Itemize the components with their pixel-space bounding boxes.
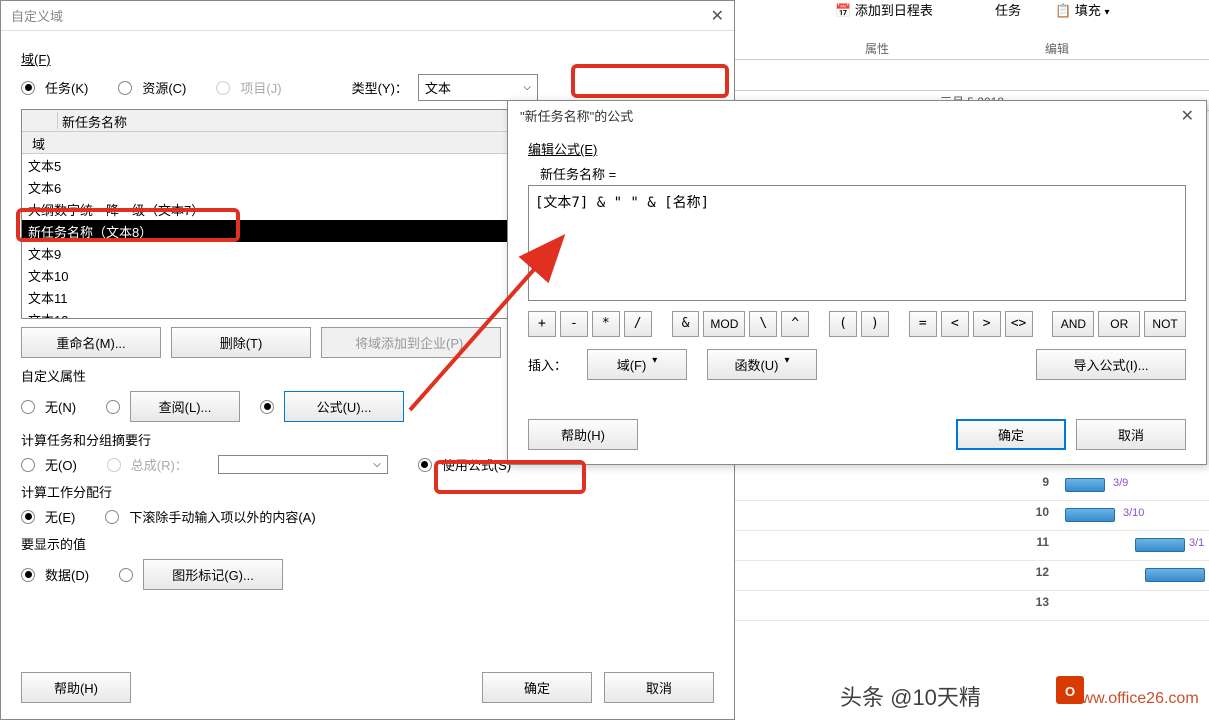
ribbon-task[interactable]: 任务 (995, 0, 1021, 19)
op-div[interactable]: / (624, 311, 652, 337)
formula-button[interactable]: 公式(U)... (284, 391, 404, 422)
rollup-select[interactable]: ⌵ (218, 455, 388, 474)
radio-calc-none[interactable] (21, 458, 35, 472)
radio-use-formula-label: 使用公式(S) (442, 455, 511, 474)
op-mod[interactable]: MOD (703, 311, 745, 337)
op-lt[interactable]: < (941, 311, 969, 337)
radio-attr-none[interactable] (21, 400, 35, 414)
chevron-down-icon: ▾ (652, 355, 657, 374)
chevron-down-icon: ▾ (1104, 7, 1109, 18)
radio-use-formula[interactable] (418, 458, 432, 472)
ribbon-add-calendar[interactable]: 添加到日程表 (855, 3, 933, 18)
insert-function-button[interactable]: 函数(U)▾ (707, 349, 817, 380)
chevron-down-icon: ⌵ (523, 82, 531, 93)
radio-display-data-label: 数据(D) (45, 565, 89, 584)
close-icon[interactable]: ✕ (711, 6, 724, 25)
fill-icon: 📋 (1055, 3, 1071, 18)
help-button[interactable]: 帮助(H) (528, 419, 638, 450)
ribbon-group-attr: 属性 (865, 40, 889, 57)
calendar-add-icon: 📅 (835, 3, 851, 18)
help-button[interactable]: 帮助(H) (21, 672, 131, 703)
rename-button[interactable]: 重命名(M)... (21, 327, 161, 358)
gantt-row-num: 9 (1042, 475, 1049, 489)
op-caret[interactable]: ^ (781, 311, 809, 337)
cancel-button[interactable]: 取消 (604, 672, 714, 703)
ok-button[interactable]: 确定 (956, 419, 1066, 450)
op-ne[interactable]: <> (1005, 311, 1033, 337)
lookup-button[interactable]: 查阅(L)... (130, 391, 240, 422)
gantt-row-num: 10 (1036, 505, 1049, 519)
gantt-row-num: 11 (1036, 535, 1049, 549)
radio-display-graphic[interactable] (119, 568, 133, 582)
op-minus[interactable]: - (560, 311, 588, 337)
radio-project-label: 项目(J) (240, 78, 281, 97)
chevron-down-icon: ▾ (785, 355, 790, 374)
watermark-text: 头条 @10天精 (840, 680, 981, 712)
op-gt[interactable]: > (973, 311, 1001, 337)
op-backslash[interactable]: \ (749, 311, 777, 337)
radio-resource-label: 资源(C) (142, 78, 186, 97)
ok-button[interactable]: 确定 (482, 672, 592, 703)
radio-attr-none-label: 无(N) (45, 397, 76, 416)
display-label: 要显示的值 (21, 534, 714, 553)
gantt-bar-label: 3/1 (1189, 537, 1204, 549)
formula-dialog-title: "新任务名称"的公式 (520, 106, 633, 126)
ribbon-fill[interactable]: 填充 (1075, 3, 1101, 18)
formula-dialog: "新任务名称"的公式 ✕ 编辑公式(E) 新任务名称 = [文本7] & " "… (507, 100, 1207, 465)
op-and[interactable]: AND (1052, 311, 1094, 337)
op-not[interactable]: NOT (1144, 311, 1186, 337)
gantt-bar-label: 3/10 (1123, 507, 1144, 519)
radio-display-data[interactable] (21, 568, 35, 582)
radio-task-label: 任务(K) (45, 78, 88, 97)
field-section-label: 域(F) (21, 49, 714, 68)
type-select-value: 文本 (425, 78, 451, 97)
field-name-label: 新任务名称 = (540, 164, 1186, 183)
op-mult[interactable]: * (592, 311, 620, 337)
delete-button[interactable]: 删除(T) (171, 327, 311, 358)
import-formula-button[interactable]: 导入公式(I)... (1036, 349, 1186, 380)
svg-text:O: O (1065, 684, 1075, 699)
radio-assign-none[interactable] (21, 510, 35, 524)
edit-formula-label: 编辑公式(E) (528, 139, 1186, 158)
op-plus[interactable]: + (528, 311, 556, 337)
radio-calc-none-label: 无(O) (45, 455, 77, 474)
type-select[interactable]: 文本 ⌵ (418, 74, 538, 101)
office-logo-icon: O (1050, 670, 1090, 710)
insert-label: 插入： (528, 355, 567, 374)
type-label: 类型(Y)： (352, 78, 408, 97)
radio-task[interactable] (21, 81, 35, 95)
radio-assign-rolldown[interactable] (105, 510, 119, 524)
gantt-row-num: 13 (1036, 595, 1049, 609)
op-or[interactable]: OR (1098, 311, 1140, 337)
radio-calc-rollup-label: 总成(R)： (131, 455, 188, 474)
chevron-down-icon: ⌵ (373, 459, 381, 470)
radio-assign-none-label: 无(E) (45, 507, 75, 526)
add-enterprise-button: 将域添加到企业(P). (321, 327, 501, 358)
calc-assign-label: 计算工作分配行 (21, 482, 714, 501)
close-icon[interactable]: ✕ (1181, 106, 1194, 126)
radio-calc-rollup[interactable] (107, 458, 121, 472)
radio-assign-rolldown-label: 下滚除手动输入项以外的内容(A) (129, 507, 315, 526)
dialog-title: 自定义域 (11, 6, 63, 25)
insert-field-button[interactable]: 域(F)▾ (587, 349, 687, 380)
radio-attr-formula[interactable] (260, 400, 274, 414)
op-eq[interactable]: = (909, 311, 937, 337)
graphic-button[interactable]: 图形标记(G)... (143, 559, 283, 590)
gantt-bar-label: 3/9 (1113, 477, 1128, 489)
op-rparen[interactable]: ) (861, 311, 889, 337)
radio-attr-lookup[interactable] (106, 400, 120, 414)
ribbon-group-edit: 编辑 (1045, 40, 1069, 57)
gantt-row-num: 12 (1036, 565, 1049, 579)
op-lparen[interactable]: ( (829, 311, 857, 337)
op-amp[interactable]: & (672, 311, 700, 337)
formula-input[interactable]: [文本7] & " " & [名称] (528, 185, 1186, 301)
radio-project[interactable] (216, 81, 230, 95)
cancel-button[interactable]: 取消 (1076, 419, 1186, 450)
ribbon-bg: 📅 添加到日程表 任务 📋 填充 ▾ 属性 编辑 (735, 0, 1209, 60)
radio-resource[interactable] (118, 81, 132, 95)
